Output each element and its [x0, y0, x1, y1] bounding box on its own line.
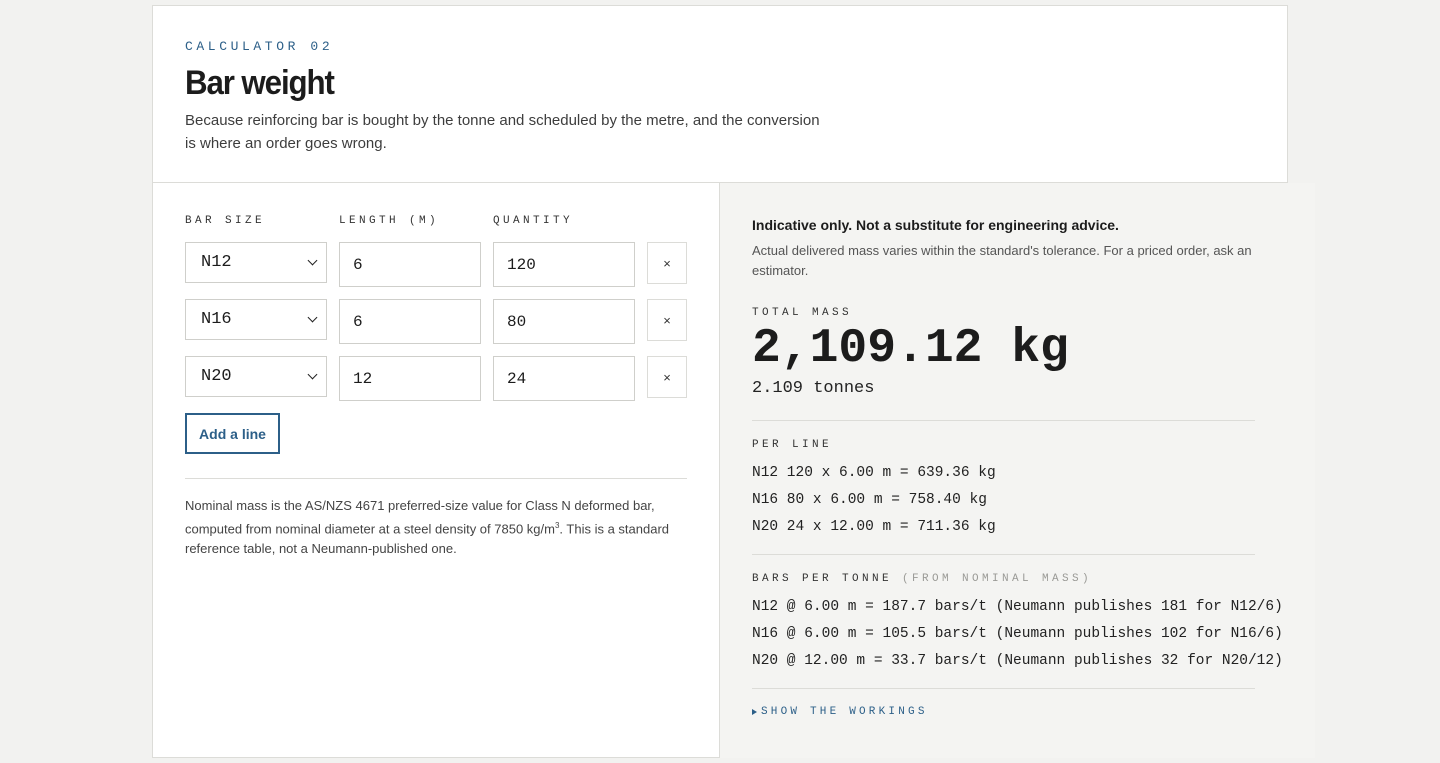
bar-size-header: BAR SIZE	[185, 215, 266, 227]
total-mass-label: TOTAL MASS	[752, 307, 853, 319]
bars-per-tonne-label: BARS PER TONNE (FROM NOMINAL MASS)	[752, 573, 1283, 585]
quantity-input[interactable]: 24	[493, 356, 635, 401]
results-panel: Indicative only. Not a substitute for en…	[720, 183, 1315, 758]
length-header: LENGTH (M)	[339, 215, 440, 227]
quantity-header: QUANTITY	[493, 215, 574, 227]
total-mass-value: 2,109.12 kg	[752, 322, 1069, 376]
triangle-right-icon	[752, 709, 757, 715]
quantity-input[interactable]: 120	[493, 242, 635, 287]
bar-size-value: N20	[201, 367, 232, 386]
calculator-header: CALCULATOR 02 Bar weight Because reinfor…	[153, 6, 1287, 183]
per-line-item: N16 80 x 6.00 m = 758.40 kg	[752, 492, 987, 508]
order-line: N16 6 80 ×	[185, 299, 687, 344]
divider	[752, 688, 1255, 689]
show-workings-toggle[interactable]: SHOW THE WORKINGS	[752, 706, 1283, 718]
per-line-item: N12 120 x 6.00 m = 639.36 kg	[752, 465, 996, 481]
lede-text: Because reinforcing bar is bought by the…	[185, 112, 820, 152]
bars-per-tonne-item: N20 @ 12.00 m = 33.7 bars/t (Neumann pub…	[752, 653, 1283, 669]
remove-line-button[interactable]: ×	[647, 299, 687, 341]
order-line: N20 12 24 ×	[185, 356, 687, 401]
per-line-label: PER LINE	[752, 439, 833, 451]
bar-size-select[interactable]: N12	[185, 242, 327, 283]
bars-per-tonne-item: N16 @ 6.00 m = 105.5 bars/t (Neumann pub…	[752, 626, 1283, 642]
chevron-down-icon	[307, 369, 318, 380]
bars-per-tonne-list: N12 @ 6.00 m = 187.7 bars/t (Neumann pub…	[752, 594, 1283, 675]
close-icon: ×	[663, 255, 671, 271]
eyebrow-label: CALCULATOR 02	[185, 39, 334, 54]
per-line-item: N20 24 x 12.00 m = 711.36 kg	[752, 519, 996, 535]
remove-line-button[interactable]: ×	[647, 356, 687, 398]
divider	[185, 478, 687, 479]
disclaimer-text: Actual delivered mass varies within the …	[752, 243, 1252, 278]
chevron-down-icon	[307, 255, 318, 266]
close-icon: ×	[663, 369, 671, 385]
length-input[interactable]: 6	[339, 242, 481, 287]
length-input[interactable]: 12	[339, 356, 481, 401]
bars-per-tonne-title: BARS PER TONNE	[752, 573, 893, 585]
bars-per-tonne-item: N12 @ 6.00 m = 187.7 bars/t (Neumann pub…	[752, 599, 1283, 615]
total-tonnes: 2.109 tonnes	[752, 379, 875, 398]
bar-size-select[interactable]: N16	[185, 299, 327, 340]
order-line: N12 6 120 ×	[185, 242, 687, 287]
calculator-card: CALCULATOR 02 Bar weight Because reinfor…	[152, 5, 1315, 758]
bar-size-value: N12	[201, 253, 232, 272]
length-input[interactable]: 6	[339, 299, 481, 344]
calculator-body: BAR SIZE LENGTH (M) QUANTITY N12 6 120 ×…	[153, 183, 1315, 758]
close-icon: ×	[663, 312, 671, 328]
page-title: Bar weight	[185, 64, 335, 102]
remove-line-button[interactable]: ×	[647, 242, 687, 284]
divider	[752, 554, 1255, 555]
per-line-list: N12 120 x 6.00 m = 639.36 kg N16 80 x 6.…	[752, 460, 1283, 541]
bars-per-tonne-subtitle: (FROM NOMINAL MASS)	[902, 573, 1093, 585]
reference-note: Nominal mass is the AS/NZS 4671 preferre…	[185, 496, 687, 559]
show-workings-label: SHOW THE WORKINGS	[761, 706, 928, 718]
input-panel: BAR SIZE LENGTH (M) QUANTITY N12 6 120 ×…	[153, 183, 720, 758]
add-line-button[interactable]: Add a line	[185, 413, 280, 454]
bar-size-select[interactable]: N20	[185, 356, 327, 397]
disclaimer-heading: Indicative only. Not a substitute for en…	[752, 217, 1119, 233]
divider	[752, 420, 1255, 421]
quantity-input[interactable]: 80	[493, 299, 635, 344]
chevron-down-icon	[307, 312, 318, 323]
bar-size-value: N16	[201, 310, 232, 329]
column-headers: BAR SIZE LENGTH (M) QUANTITY	[185, 215, 687, 235]
